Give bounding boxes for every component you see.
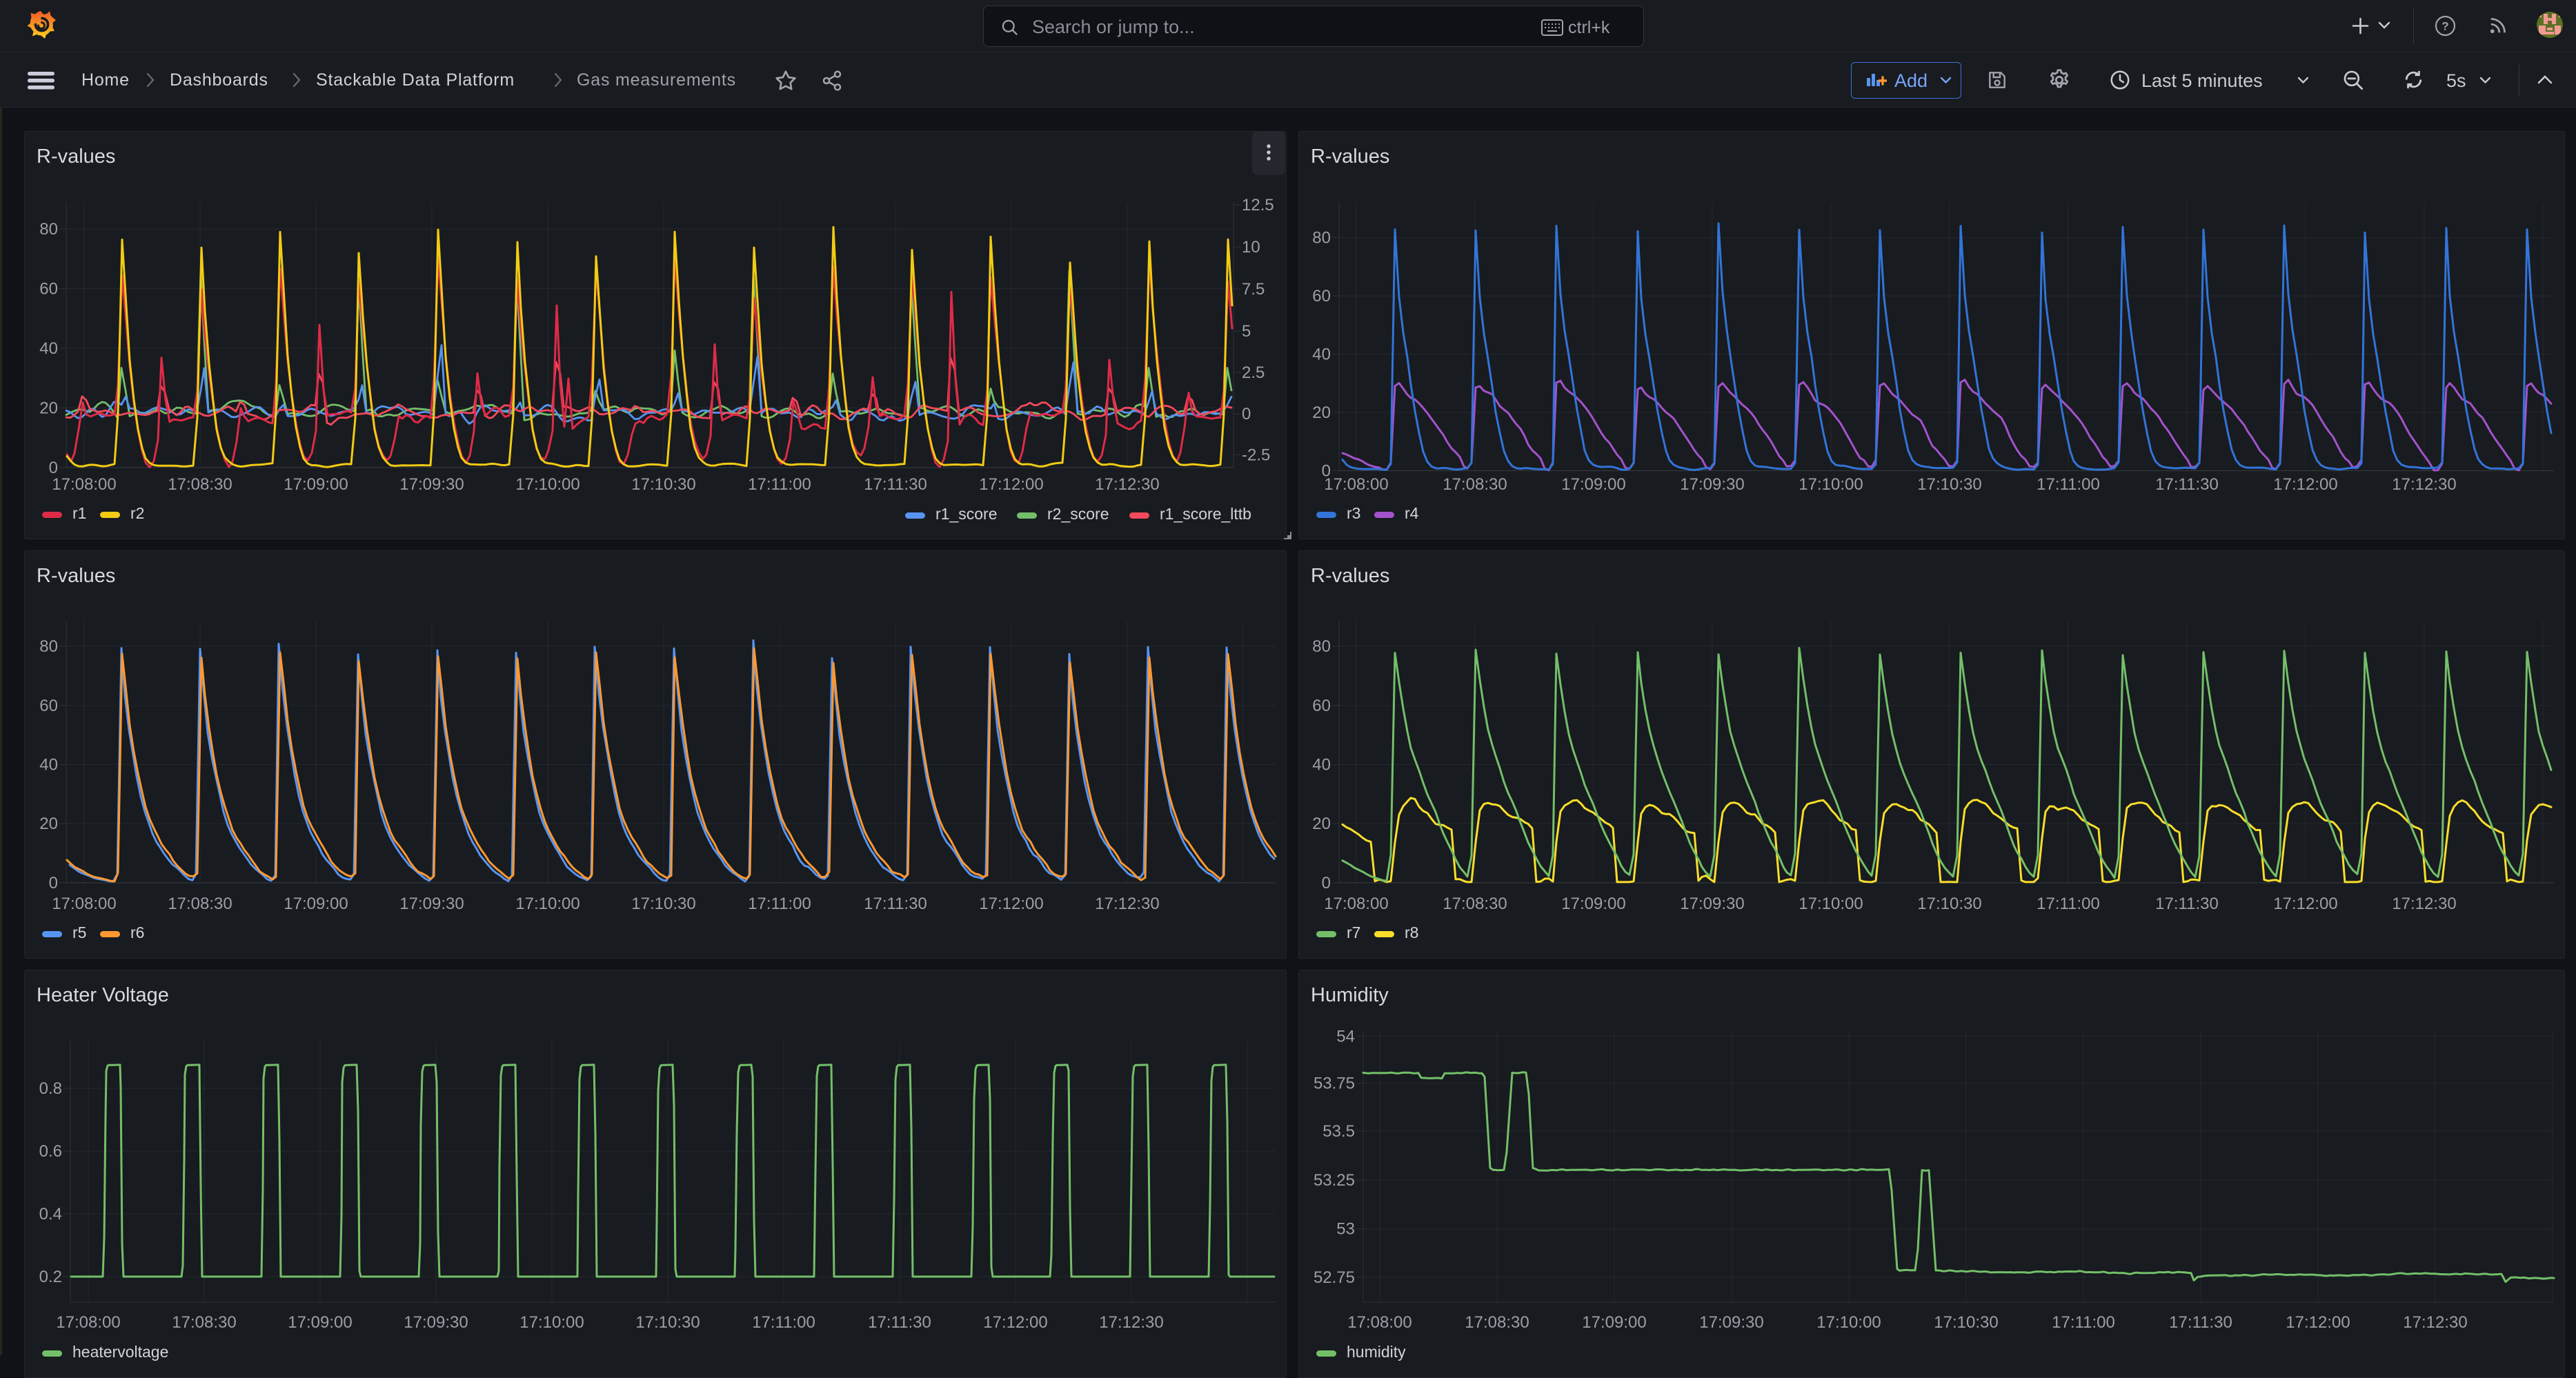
svg-text:17:10:30: 17:10:30 xyxy=(1917,895,1981,913)
svg-text:17:11:30: 17:11:30 xyxy=(2169,1313,2232,1332)
svg-text:53.5: 53.5 xyxy=(1322,1122,1355,1141)
svg-text:17:12:00: 17:12:00 xyxy=(2273,475,2337,494)
svg-text:17:10:30: 17:10:30 xyxy=(1934,1313,1998,1332)
svg-text:17:11:00: 17:11:00 xyxy=(748,895,811,913)
svg-text:17:08:30: 17:08:30 xyxy=(1443,895,1507,913)
svg-text:10: 10 xyxy=(1242,238,1260,257)
svg-text:17:12:30: 17:12:30 xyxy=(2392,895,2456,913)
svg-text:17:12:00: 17:12:00 xyxy=(979,895,1043,913)
svg-text:17:11:30: 17:11:30 xyxy=(2155,475,2219,494)
svg-text:60: 60 xyxy=(39,280,58,299)
svg-text:40: 40 xyxy=(39,339,58,358)
svg-text:17:10:00: 17:10:00 xyxy=(1799,475,1863,494)
svg-text:0: 0 xyxy=(49,459,58,477)
svg-text:20: 20 xyxy=(39,815,58,833)
svg-text:17:08:00: 17:08:00 xyxy=(56,1313,120,1332)
svg-text:17:12:30: 17:12:30 xyxy=(1095,475,1159,494)
svg-text:80: 80 xyxy=(1312,228,1331,247)
svg-text:20: 20 xyxy=(1312,403,1331,422)
svg-text:17:10:30: 17:10:30 xyxy=(631,895,695,913)
svg-text:17:12:30: 17:12:30 xyxy=(2403,1313,2467,1332)
svg-text:0: 0 xyxy=(1242,405,1251,423)
svg-text:?: ? xyxy=(2441,20,2448,33)
svg-text:17:10:00: 17:10:00 xyxy=(1799,895,1863,913)
svg-text:17:12:30: 17:12:30 xyxy=(1095,895,1159,913)
svg-text:0: 0 xyxy=(49,874,58,892)
svg-text:17:10:00: 17:10:00 xyxy=(519,1313,584,1332)
svg-text:17:09:00: 17:09:00 xyxy=(1561,895,1625,913)
svg-text:17:11:00: 17:11:00 xyxy=(752,1313,815,1332)
svg-text:17:09:30: 17:09:30 xyxy=(404,1313,468,1332)
svg-text:17:11:00: 17:11:00 xyxy=(2037,895,2100,913)
svg-text:17:11:30: 17:11:30 xyxy=(864,475,927,494)
svg-text:17:08:30: 17:08:30 xyxy=(1465,1313,1529,1332)
svg-text:40: 40 xyxy=(1312,756,1331,775)
svg-text:40: 40 xyxy=(1312,346,1331,364)
svg-text:20: 20 xyxy=(39,399,58,418)
svg-text:2.5: 2.5 xyxy=(1242,363,1265,382)
svg-text:40: 40 xyxy=(39,756,58,775)
svg-text:17:12:30: 17:12:30 xyxy=(1099,1313,1163,1332)
svg-text:17:08:00: 17:08:00 xyxy=(1347,1313,1411,1332)
svg-text:17:08:00: 17:08:00 xyxy=(1324,475,1388,494)
svg-text:17:11:30: 17:11:30 xyxy=(868,1313,931,1332)
svg-text:17:09:00: 17:09:00 xyxy=(284,895,348,913)
svg-text:17:10:30: 17:10:30 xyxy=(1917,475,1981,494)
svg-text:0: 0 xyxy=(1322,874,1331,892)
svg-text:80: 80 xyxy=(39,220,58,239)
svg-text:17:09:30: 17:09:30 xyxy=(399,475,464,494)
svg-text:17:10:00: 17:10:00 xyxy=(515,895,579,913)
svg-text:17:11:00: 17:11:00 xyxy=(748,475,811,494)
svg-text:0.6: 0.6 xyxy=(39,1142,62,1161)
svg-text:60: 60 xyxy=(1312,697,1331,715)
svg-text:54: 54 xyxy=(1336,1027,1355,1046)
svg-text:17:09:30: 17:09:30 xyxy=(1680,895,1744,913)
svg-text:17:12:30: 17:12:30 xyxy=(2392,475,2456,494)
svg-text:17:11:00: 17:11:00 xyxy=(2052,1313,2115,1332)
svg-text:0.8: 0.8 xyxy=(39,1079,62,1098)
svg-text:17:11:30: 17:11:30 xyxy=(2155,895,2219,913)
svg-text:52.75: 52.75 xyxy=(1314,1268,1355,1287)
svg-text:0.2: 0.2 xyxy=(39,1268,62,1286)
svg-text:60: 60 xyxy=(1312,287,1331,306)
svg-text:17:12:00: 17:12:00 xyxy=(979,475,1043,494)
svg-text:17:12:00: 17:12:00 xyxy=(2273,895,2337,913)
svg-text:17:11:30: 17:11:30 xyxy=(864,895,927,913)
svg-text:17:12:00: 17:12:00 xyxy=(2286,1313,2350,1332)
svg-text:17:08:30: 17:08:30 xyxy=(168,895,232,913)
svg-text:17:09:00: 17:09:00 xyxy=(1561,475,1625,494)
svg-text:17:08:30: 17:08:30 xyxy=(172,1313,236,1332)
svg-text:17:10:00: 17:10:00 xyxy=(1816,1313,1881,1332)
svg-text:17:08:30: 17:08:30 xyxy=(168,475,232,494)
svg-text:17:10:00: 17:10:00 xyxy=(515,475,579,494)
svg-text:17:09:30: 17:09:30 xyxy=(399,895,464,913)
svg-text:17:10:30: 17:10:30 xyxy=(631,475,695,494)
svg-text:80: 80 xyxy=(39,637,58,656)
svg-text:20: 20 xyxy=(1312,815,1331,833)
svg-text:17:09:00: 17:09:00 xyxy=(284,475,348,494)
svg-text:17:09:30: 17:09:30 xyxy=(1680,475,1744,494)
svg-text:17:08:00: 17:08:00 xyxy=(1324,895,1388,913)
svg-text:17:09:00: 17:09:00 xyxy=(288,1313,352,1332)
svg-text:17:11:00: 17:11:00 xyxy=(2037,475,2100,494)
svg-text:53: 53 xyxy=(1336,1220,1355,1239)
svg-text:17:08:00: 17:08:00 xyxy=(52,475,116,494)
svg-text:-2.5: -2.5 xyxy=(1242,446,1270,465)
svg-text:17:09:30: 17:09:30 xyxy=(1699,1313,1763,1332)
svg-text:53.75: 53.75 xyxy=(1314,1075,1355,1093)
svg-text:17:08:30: 17:08:30 xyxy=(1443,475,1507,494)
svg-text:17:10:30: 17:10:30 xyxy=(635,1313,700,1332)
svg-text:17:09:00: 17:09:00 xyxy=(1582,1313,1646,1332)
svg-text:60: 60 xyxy=(39,697,58,715)
svg-text:17:08:00: 17:08:00 xyxy=(52,895,116,913)
svg-text:53.25: 53.25 xyxy=(1314,1171,1355,1190)
svg-text:7.5: 7.5 xyxy=(1242,280,1265,299)
svg-text:80: 80 xyxy=(1312,637,1331,656)
svg-text:17:12:00: 17:12:00 xyxy=(983,1313,1047,1332)
svg-text:0.4: 0.4 xyxy=(39,1205,62,1224)
svg-text:5: 5 xyxy=(1242,322,1251,341)
svg-text:12.5: 12.5 xyxy=(1242,196,1274,214)
